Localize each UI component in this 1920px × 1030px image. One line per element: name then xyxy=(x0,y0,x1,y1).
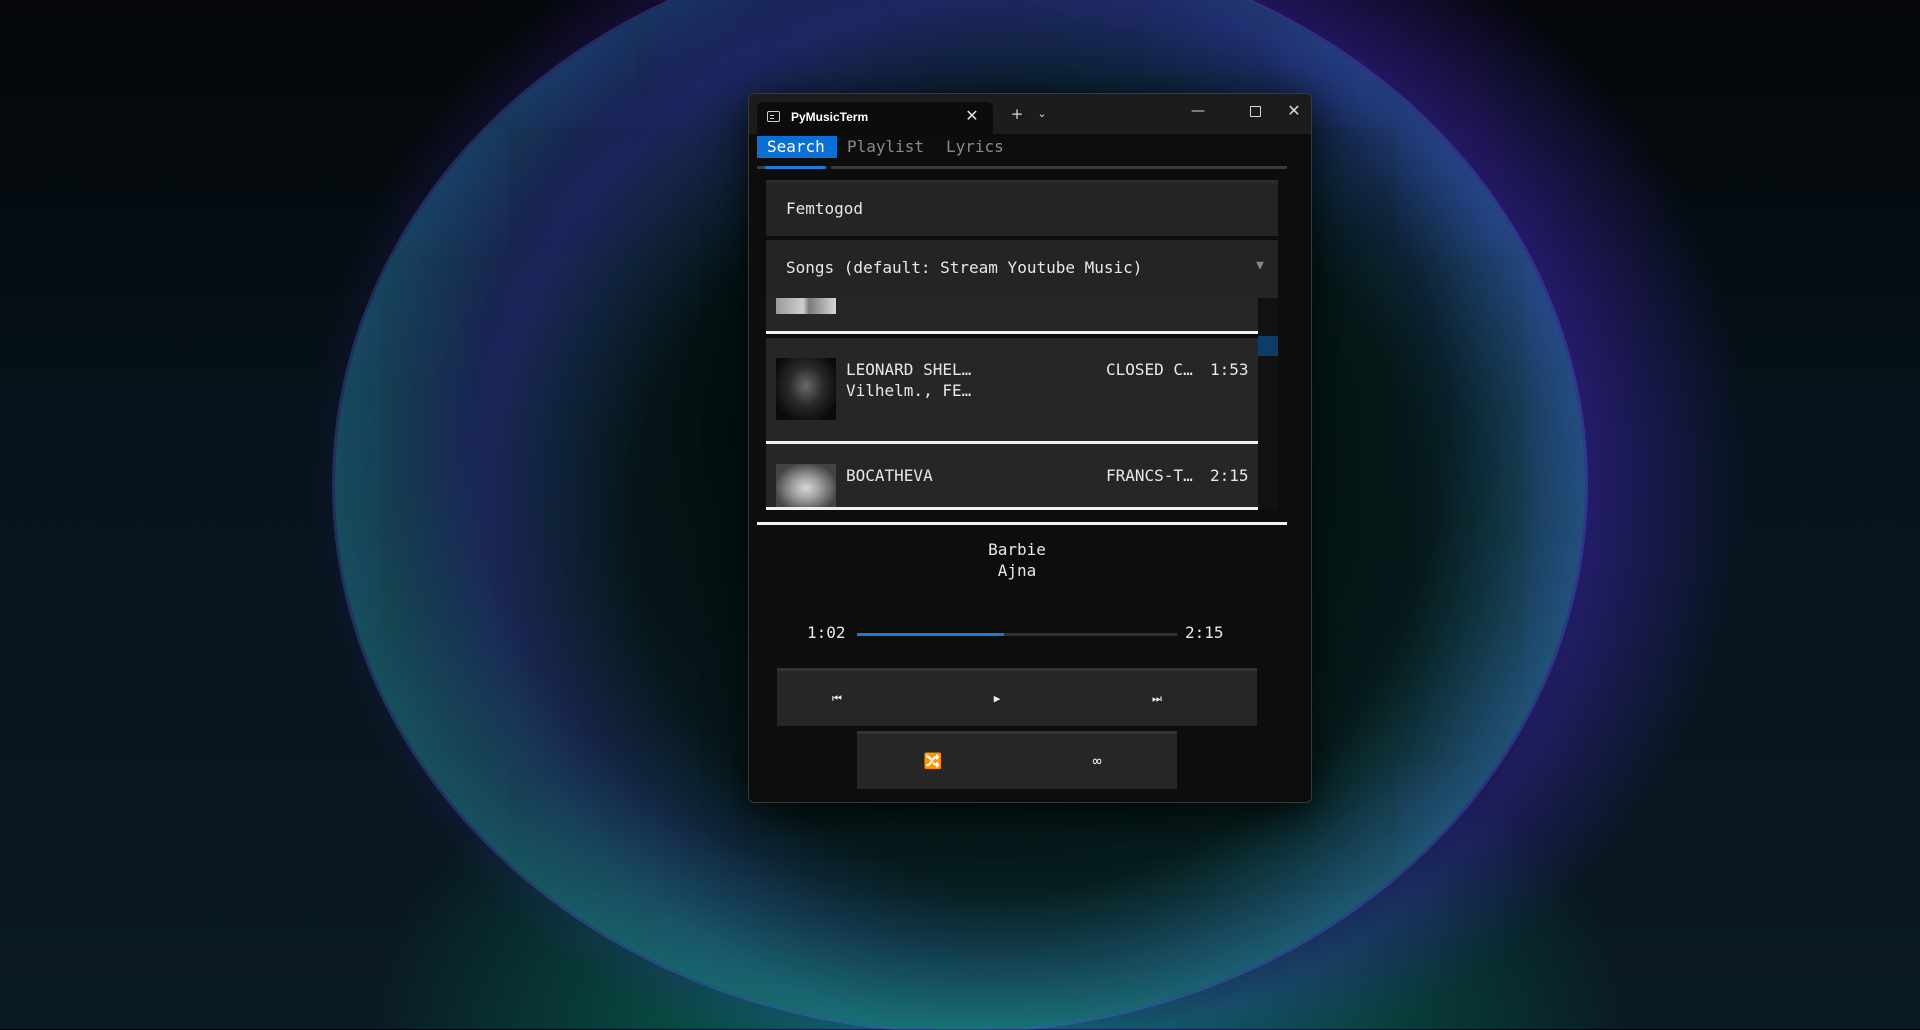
song-album: CLOSED C… xyxy=(1106,360,1193,379)
song-artist: Vilhelm., FE… xyxy=(846,381,972,400)
search-query: Femtogod xyxy=(786,199,864,218)
song-duration: 1:53 xyxy=(1210,360,1249,379)
shuffle-button[interactable]: 🔀 xyxy=(903,734,963,789)
maximize-icon xyxy=(1250,106,1261,117)
minimize-button[interactable]: — xyxy=(1183,100,1213,122)
results-list: LEONARD SHEL… Vilhelm., FE… CLOSED C… 1:… xyxy=(766,298,1278,510)
list-item[interactable] xyxy=(766,298,1258,334)
source-select[interactable]: Songs (default: Stream Youtube Music) ▼ xyxy=(766,240,1278,298)
tab-search[interactable]: Search xyxy=(757,136,837,158)
terminal-icon xyxy=(767,111,780,122)
loop-button[interactable]: ∞ xyxy=(1067,734,1127,789)
source-select-value: Songs (default: Stream Youtube Music) xyxy=(786,258,1143,277)
album-art xyxy=(776,298,836,314)
playback-controls: ⏮ ▶ ⏭ xyxy=(777,668,1257,726)
tab-close-icon[interactable]: ✕ xyxy=(963,107,981,125)
title-bar: PyMusicTerm ✕ + ⌄ — ✕ xyxy=(749,94,1311,134)
active-tab-indicator xyxy=(765,166,825,169)
terminal-tab[interactable]: PyMusicTerm ✕ xyxy=(757,102,993,134)
dropdown-arrow-icon: ▼ xyxy=(1256,258,1264,273)
list-item[interactable]: LEONARD SHEL… Vilhelm., FE… CLOSED C… 1:… xyxy=(766,338,1258,444)
scrollbar-thumb[interactable] xyxy=(1258,336,1278,356)
album-art xyxy=(776,358,836,420)
results-scrollbar[interactable] xyxy=(1258,298,1278,510)
close-window-button[interactable]: ✕ xyxy=(1279,100,1309,122)
tab-title: PyMusicTerm xyxy=(791,110,869,124)
now-playing-title: Barbie xyxy=(988,540,1046,559)
now-playing-artist: Ajna xyxy=(997,561,1037,580)
divider xyxy=(757,522,1287,525)
elapsed-time: 1:02 xyxy=(807,623,846,642)
progress-bar[interactable] xyxy=(857,633,1177,636)
tab-lyrics[interactable]: Lyrics xyxy=(936,136,1014,158)
progress-fill xyxy=(857,633,1005,636)
play-button[interactable]: ▶ xyxy=(967,671,1027,726)
maximize-button[interactable] xyxy=(1240,100,1270,122)
album-art xyxy=(776,464,836,508)
search-input[interactable]: Femtogod xyxy=(766,180,1278,236)
tab-underline xyxy=(757,166,1287,169)
mode-controls: 🔀 ∞ xyxy=(857,731,1177,789)
next-button[interactable]: ⏭ xyxy=(1127,671,1187,726)
song-duration: 2:15 xyxy=(1210,466,1249,485)
previous-button[interactable]: ⏮ xyxy=(807,671,867,726)
list-item[interactable]: BOCATHEVA FRANCS-T… 2:15 xyxy=(766,444,1258,510)
song-title: BOCATHEVA xyxy=(846,466,933,485)
app-content: Search Playlist Lyrics Femtogod Songs (d… xyxy=(757,136,1287,796)
song-title: LEONARD SHEL… xyxy=(846,360,972,379)
terminal-window: PyMusicTerm ✕ + ⌄ — ✕ Search Playlist Ly… xyxy=(748,93,1312,803)
song-album: FRANCS-T… xyxy=(1106,466,1193,485)
new-tab-button[interactable]: + xyxy=(1007,104,1027,124)
total-time: 2:15 xyxy=(1185,623,1224,642)
tab-playlist[interactable]: Playlist xyxy=(837,136,934,158)
tab-dropdown-button[interactable]: ⌄ xyxy=(1034,106,1050,122)
